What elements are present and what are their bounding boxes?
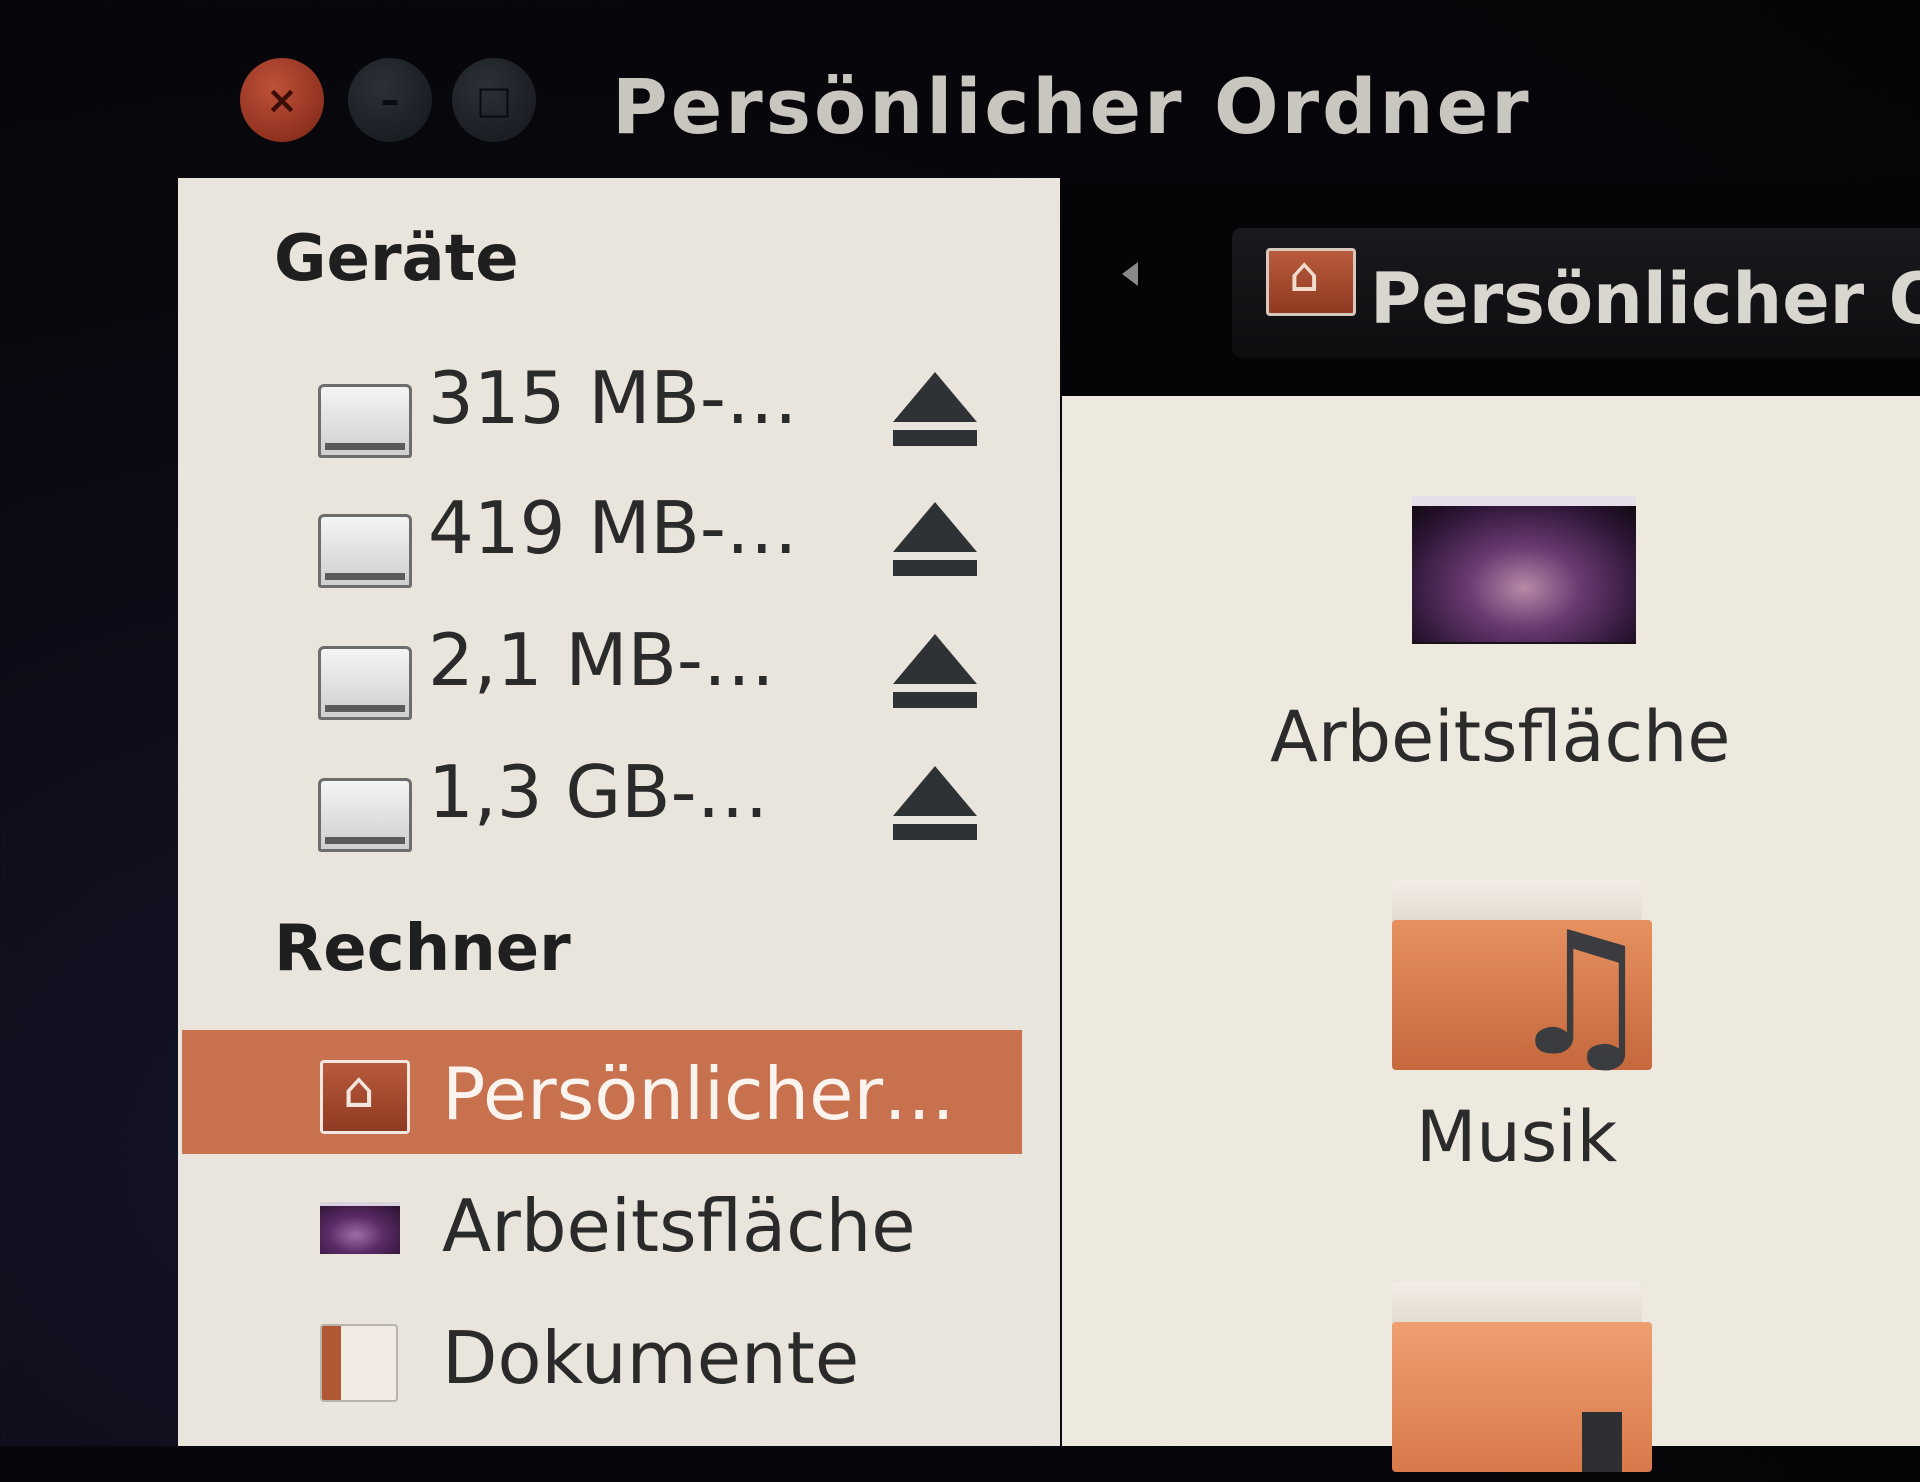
sidebar-item-home[interactable]: Persönlicher… bbox=[182, 1030, 1022, 1154]
drive-icon bbox=[318, 778, 412, 852]
eject-icon[interactable] bbox=[892, 502, 978, 588]
drive-icon bbox=[318, 384, 412, 458]
home-folder-icon bbox=[1266, 248, 1356, 316]
window-titlebar: × – □ Persönlicher Ordner bbox=[0, 0, 1920, 175]
device-label: 1,3 GB-… bbox=[428, 750, 769, 834]
close-window-button[interactable]: × bbox=[240, 58, 324, 142]
eject-icon[interactable] bbox=[892, 372, 978, 458]
maximize-window-button[interactable]: □ bbox=[452, 58, 536, 142]
sidebar-item-label: Arbeitsfläche bbox=[442, 1184, 916, 1268]
device-label: 2,1 MB-… bbox=[428, 618, 775, 702]
eject-icon[interactable] bbox=[892, 766, 978, 852]
device-label: 315 MB-… bbox=[428, 356, 798, 440]
desktop-icon bbox=[320, 1202, 400, 1254]
path-button-label: Persönlicher O bbox=[1370, 258, 1920, 340]
drive-icon bbox=[318, 646, 412, 720]
home-folder-icon bbox=[320, 1060, 410, 1134]
folder-icon[interactable] bbox=[1392, 1282, 1652, 1482]
file-item-label[interactable]: Musik bbox=[1416, 1096, 1617, 1178]
sidebar-device-item[interactable]: 2,1 MB-… bbox=[318, 618, 1018, 720]
maximize-icon: □ bbox=[476, 78, 512, 122]
drive-icon bbox=[318, 514, 412, 588]
computer-section-header: Rechner bbox=[274, 912, 571, 986]
sidebar-device-item[interactable]: 315 MB-… bbox=[318, 356, 1018, 458]
back-arrow-icon[interactable] bbox=[1122, 262, 1138, 286]
desktop-icon[interactable] bbox=[1412, 496, 1636, 642]
sidebar-device-item[interactable]: 1,3 GB-… bbox=[318, 750, 1018, 852]
music-folder-icon[interactable]: ♫ bbox=[1392, 880, 1656, 1080]
sidebar-item-desktop[interactable]: Arbeitsfläche bbox=[182, 1162, 1022, 1286]
sidebar-item-documents[interactable]: Dokumente bbox=[182, 1294, 1022, 1418]
window-title: Persönlicher Ordner bbox=[612, 62, 1532, 151]
close-icon: × bbox=[266, 78, 298, 122]
sidebar-item-label: Persönlicher… bbox=[442, 1052, 956, 1136]
documents-folder-icon bbox=[320, 1324, 398, 1402]
file-item-label[interactable]: Arbeitsfläche bbox=[1270, 696, 1730, 778]
device-label: 419 MB-… bbox=[428, 486, 798, 570]
devices-section-header: Geräte bbox=[274, 222, 519, 296]
music-note-icon: ♫ bbox=[1504, 896, 1657, 1094]
minimize-icon: – bbox=[380, 78, 400, 122]
eject-icon[interactable] bbox=[892, 634, 978, 720]
sidebar-item-label: Dokumente bbox=[442, 1316, 860, 1400]
sidebar-device-item[interactable]: 419 MB-… bbox=[318, 486, 1018, 588]
sidebar: Geräte 315 MB-… 419 MB-… 2,1 MB-… 1,3 GB… bbox=[178, 178, 1060, 1446]
minimize-window-button[interactable]: – bbox=[348, 58, 432, 142]
file-icon-view: Arbeitsfläche ♫ Musik bbox=[1062, 396, 1920, 1472]
